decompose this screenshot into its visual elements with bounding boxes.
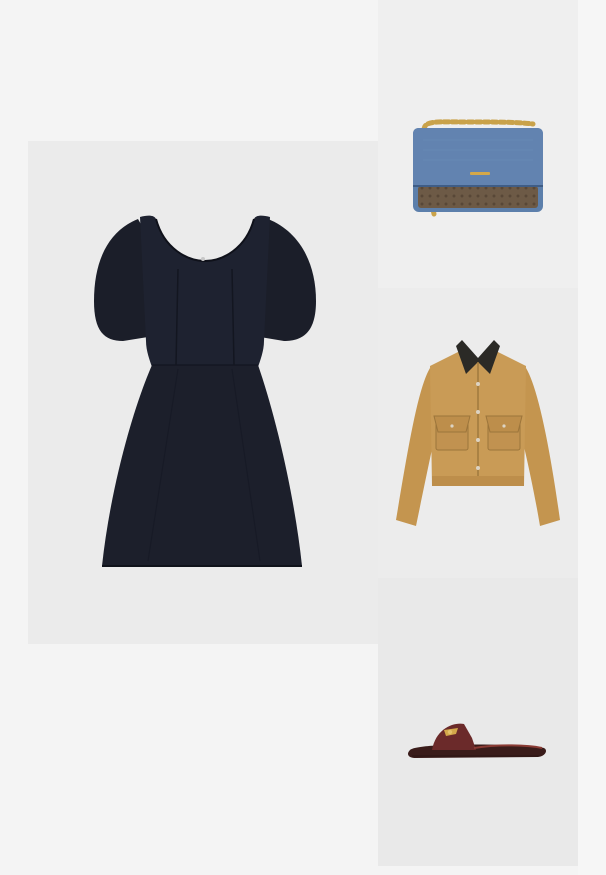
- page-margin: [578, 0, 606, 875]
- black-puff-sleeve-dress-image: [94, 215, 316, 567]
- burgundy-slide-sandal-image: [408, 723, 546, 758]
- dress-product-tile[interactable]: [28, 141, 378, 644]
- jacket-product-tile[interactable]: [378, 288, 578, 578]
- sandal-product-tile[interactable]: [378, 578, 578, 866]
- outfit-board: [0, 0, 606, 875]
- denim-chain-shoulder-bag-image: [413, 119, 543, 217]
- bag-product-tile[interactable]: [378, 0, 578, 288]
- tan-suede-cropped-jacket-image: [396, 340, 560, 526]
